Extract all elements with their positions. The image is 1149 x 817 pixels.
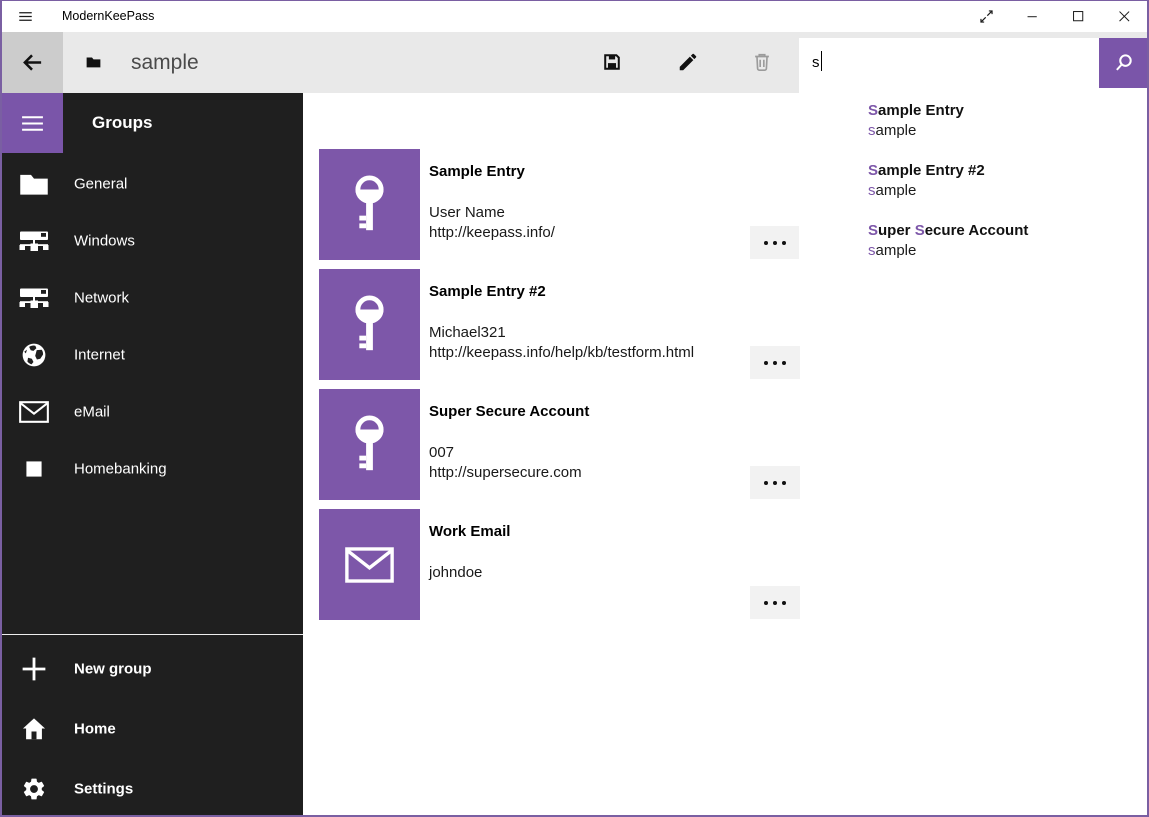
more-options-button[interactable] (750, 466, 800, 499)
sidebar-action-new-group[interactable]: New group (2, 639, 303, 699)
fullscreen-icon (977, 7, 996, 26)
fullscreen-button[interactable] (963, 1, 1009, 32)
close-button[interactable] (1101, 1, 1147, 32)
network-icon (19, 285, 49, 311)
group-list: General Windows Network Internet eMail Homeba… (2, 155, 303, 497)
search-input[interactable]: s (812, 38, 822, 88)
close-icon (1116, 8, 1133, 25)
title-bar: ModernKeePass (2, 1, 1147, 32)
entry-tile (319, 389, 420, 500)
edit-button[interactable] (664, 38, 712, 86)
minimize-button[interactable] (1009, 1, 1055, 32)
suggestion-title: Sample Entry (868, 101, 1149, 121)
globe-icon (19, 342, 49, 368)
trash-icon (751, 51, 773, 73)
sidebar-item-windows[interactable]: Windows (2, 212, 303, 269)
suggestion-subtitle: sample (868, 121, 1149, 141)
minimize-icon (1024, 8, 1041, 25)
more-options-button[interactable] (750, 226, 800, 259)
folder-icon (19, 171, 49, 197)
save-icon (601, 51, 623, 73)
app-title: ModernKeePass (62, 1, 154, 32)
sidebar-item-label: eMail (74, 403, 110, 420)
suggestion-item[interactable]: Super Secure Accountsample (868, 221, 1149, 261)
sidebar-action-home[interactable]: Home (2, 699, 303, 759)
entry-details: Michael321http://keepass.info/help/kb/te… (429, 323, 694, 363)
save-button[interactable] (588, 38, 636, 86)
suggestion-subtitle: sample (868, 241, 1149, 261)
key-icon (347, 174, 392, 236)
network-icon (19, 228, 49, 254)
search-button[interactable] (1099, 38, 1149, 88)
more-options-button[interactable] (750, 346, 800, 379)
sidebar-action-settings[interactable]: Settings (2, 759, 303, 817)
entry-tile (319, 149, 420, 260)
entry-title: Sample Entry (429, 163, 525, 180)
hamburger-icon[interactable] (17, 9, 34, 24)
maximize-button[interactable] (1055, 1, 1101, 32)
search-icon (1113, 52, 1135, 74)
search-box[interactable]: s (799, 38, 1149, 88)
sidebar-item-label: Settings (74, 781, 133, 798)
entry-title: Sample Entry #2 (429, 283, 546, 300)
entry-details: User Namehttp://keepass.info/ (429, 203, 555, 243)
hamburger-icon (18, 111, 47, 136)
maximize-icon (1070, 8, 1087, 25)
sidebar-item-label: General (74, 175, 127, 192)
entry-row-sample-entry[interactable]: Sample Entry User Namehttp://keepass.info… (319, 149, 800, 260)
entry-title: Work Email (429, 523, 510, 540)
sidebar-heading: Groups (92, 93, 152, 153)
entry-row-work-email[interactable]: Work Email johndoe (319, 509, 800, 620)
window-controls (963, 1, 1147, 32)
sidebar-item-label: Internet (74, 346, 125, 363)
entry-title: Super Secure Account (429, 403, 589, 420)
entry-row-sample-entry-2[interactable]: Sample Entry #2 Michael321http://keepass.… (319, 269, 800, 380)
suggestion-item[interactable]: Sample Entrysample (868, 101, 1149, 141)
entry-details: johndoe (429, 563, 482, 583)
sidebar-item-label: Network (74, 289, 129, 306)
text-caret (821, 51, 823, 71)
sidebar-item-label: New group (74, 661, 152, 678)
sidebar-item-label: Home (74, 721, 116, 738)
sidebar-item-network[interactable]: Network (2, 269, 303, 326)
square-icon (19, 456, 49, 482)
page-title: sample (131, 32, 199, 93)
search-suggestions: Sample EntrysampleSample Entry #2sampleS… (799, 88, 1149, 293)
suggestion-item[interactable]: Sample Entry #2sample (868, 161, 1149, 201)
entry-tile (319, 269, 420, 380)
sidebar-item-label: Windows (74, 232, 135, 249)
more-options-button[interactable] (750, 586, 800, 619)
key-icon (347, 294, 392, 356)
app-window: ModernKeePass sample s Sample Entrysampl… (0, 0, 1149, 817)
back-button[interactable] (2, 32, 63, 93)
sidebar-item-general[interactable]: General (2, 155, 303, 212)
sidebar-item-homebanking[interactable]: Homebanking (2, 440, 303, 497)
sidebar: Groups General Windows Network Internet eMai… (2, 93, 303, 815)
sidebar-item-email[interactable]: eMail (2, 383, 303, 440)
nav-hamburger-button[interactable] (2, 93, 63, 153)
delete-button[interactable] (738, 38, 786, 86)
home-icon (19, 716, 49, 742)
entry-tile (319, 509, 420, 620)
sidebar-item-internet[interactable]: Internet (2, 326, 303, 383)
suggestion-title: Super Secure Account (868, 221, 1149, 241)
pencil-icon (677, 51, 699, 73)
back-arrow-icon (21, 51, 44, 74)
plus-icon (19, 656, 49, 682)
sidebar-footer: New group Home Settings (2, 639, 303, 817)
mail-icon (345, 547, 394, 583)
database-folder-icon (86, 56, 101, 68)
sidebar-item-label: Homebanking (74, 460, 167, 477)
entry-details: 007http://supersecure.com (429, 443, 582, 483)
mail-icon (19, 399, 49, 425)
gear-icon (19, 776, 49, 802)
entry-row-super-secure-account[interactable]: Super Secure Account 007http://supersecur… (319, 389, 800, 500)
suggestion-subtitle: sample (868, 181, 1149, 201)
suggestion-title: Sample Entry #2 (868, 161, 1149, 181)
key-icon (347, 414, 392, 476)
sidebar-divider (2, 634, 303, 635)
